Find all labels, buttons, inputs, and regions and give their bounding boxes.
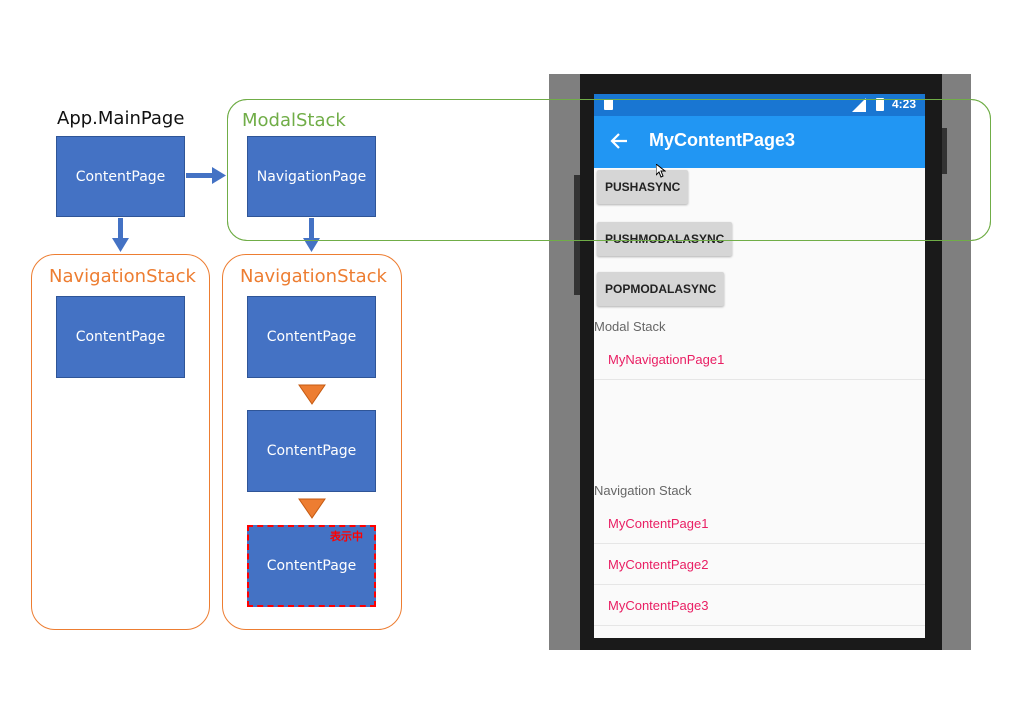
app-bar: MyContentPage3 xyxy=(594,116,925,168)
push-async-button[interactable]: PUSHASYNC xyxy=(597,170,689,204)
arrow-left-icon[interactable] xyxy=(610,132,628,150)
arrow-right-main-to-nav xyxy=(186,167,226,184)
phone-side-button-right xyxy=(942,128,947,174)
arrow-down-nav-to-stack xyxy=(303,218,320,252)
status-bar: 4:23 xyxy=(594,94,925,116)
navigation-stack-item-2[interactable]: MyContentPage2 xyxy=(594,545,925,585)
phone-side-button-left xyxy=(574,175,580,295)
status-time: 4:23 xyxy=(892,97,917,111)
arrow-down-main-to-stack xyxy=(112,218,129,252)
signal-icon xyxy=(852,98,866,112)
modal-stack-header: Modal Stack xyxy=(594,319,666,334)
push-modal-async-button[interactable]: PUSHMODALASYNC xyxy=(597,222,733,256)
navigation-stack-header: Navigation Stack xyxy=(594,483,692,498)
modal-stack-item[interactable]: MyNavigationPage1 xyxy=(594,340,925,380)
triangle-down-2 xyxy=(298,498,326,519)
sd-card-icon xyxy=(604,99,613,110)
mouse-cursor-icon xyxy=(656,164,666,178)
app-title: MyContentPage3 xyxy=(649,130,796,150)
phone-screen: 4:23 MyContentPage3 PUSHASYNC PUSHMODALA… xyxy=(594,94,925,638)
navigation-stack-item-1[interactable]: MyContentPage1 xyxy=(594,504,925,544)
triangle-down-1 xyxy=(298,384,326,405)
pop-modal-async-button[interactable]: POPMODALASYNC xyxy=(597,272,725,306)
battery-icon xyxy=(876,98,884,111)
navigation-stack-item-3[interactable]: MyContentPage3 xyxy=(594,586,925,626)
